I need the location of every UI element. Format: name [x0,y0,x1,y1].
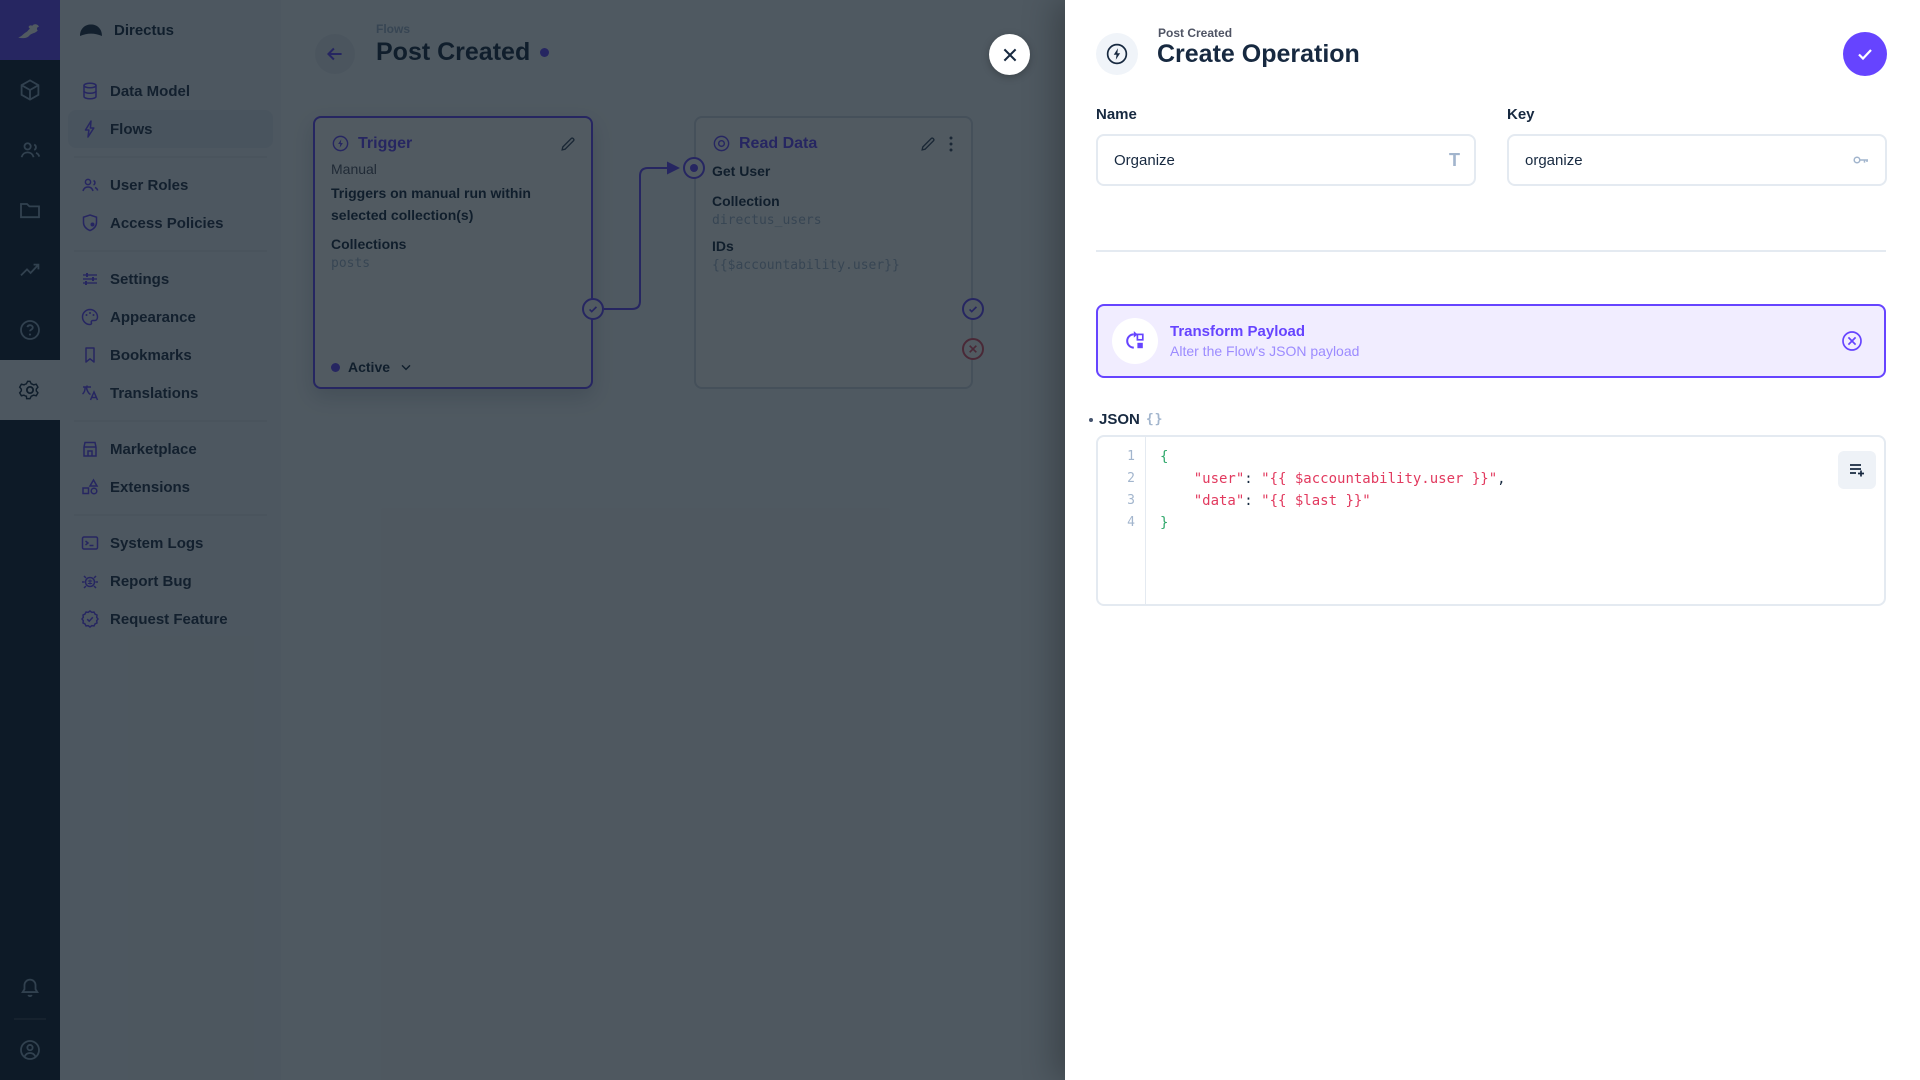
drawer-title: Create Operation [1157,40,1360,68]
check-icon [1855,44,1875,64]
key-input[interactable] [1525,151,1851,169]
key-label: Key [1507,106,1535,123]
close-drawer-button[interactable] [989,34,1030,75]
json-field-label-row: JSON {} [1089,411,1164,428]
name-input[interactable] [1114,151,1449,169]
json-label: JSON [1099,411,1140,428]
edited-indicator-dot [1089,417,1093,422]
title-icon: T [1449,149,1460,170]
raw-value-button[interactable] [1838,451,1876,489]
operation-card-title: Transform Payload [1170,323,1306,340]
save-operation-button[interactable] [1843,32,1887,76]
drawer-context: Post Created [1158,26,1233,40]
name-label: Name [1096,106,1137,123]
bolt-circle-icon [1105,42,1129,66]
drawer-overlay[interactable] [0,0,1065,1080]
key-icon [1851,150,1871,170]
name-field: T [1096,134,1476,186]
remove-circle-icon[interactable] [1840,329,1864,353]
operation-card-subtitle: Alter the Flow's JSON payload [1170,343,1360,359]
json-code-editor[interactable]: 1 2 3 4 { "user": "{{ $accountability.us… [1096,435,1886,606]
operation-icon-circle [1112,318,1158,364]
code-content[interactable]: { "user": "{{ $accountability.user }}", … [1146,437,1884,534]
close-icon [1001,46,1019,64]
drawer-divider [1096,250,1886,252]
line-number-gutter: 1 2 3 4 [1098,437,1146,604]
drawer-header-icon-circle [1096,33,1138,75]
create-operation-drawer: Post Created Create Operation Name T Key… [1065,0,1920,1080]
braces-icon: {} [1145,412,1164,427]
selected-operation-card[interactable]: Transform Payload Alter the Flow's JSON … [1096,304,1886,378]
transform-icon [1123,329,1147,353]
key-field [1507,134,1887,186]
playlist-add-icon [1847,460,1867,480]
